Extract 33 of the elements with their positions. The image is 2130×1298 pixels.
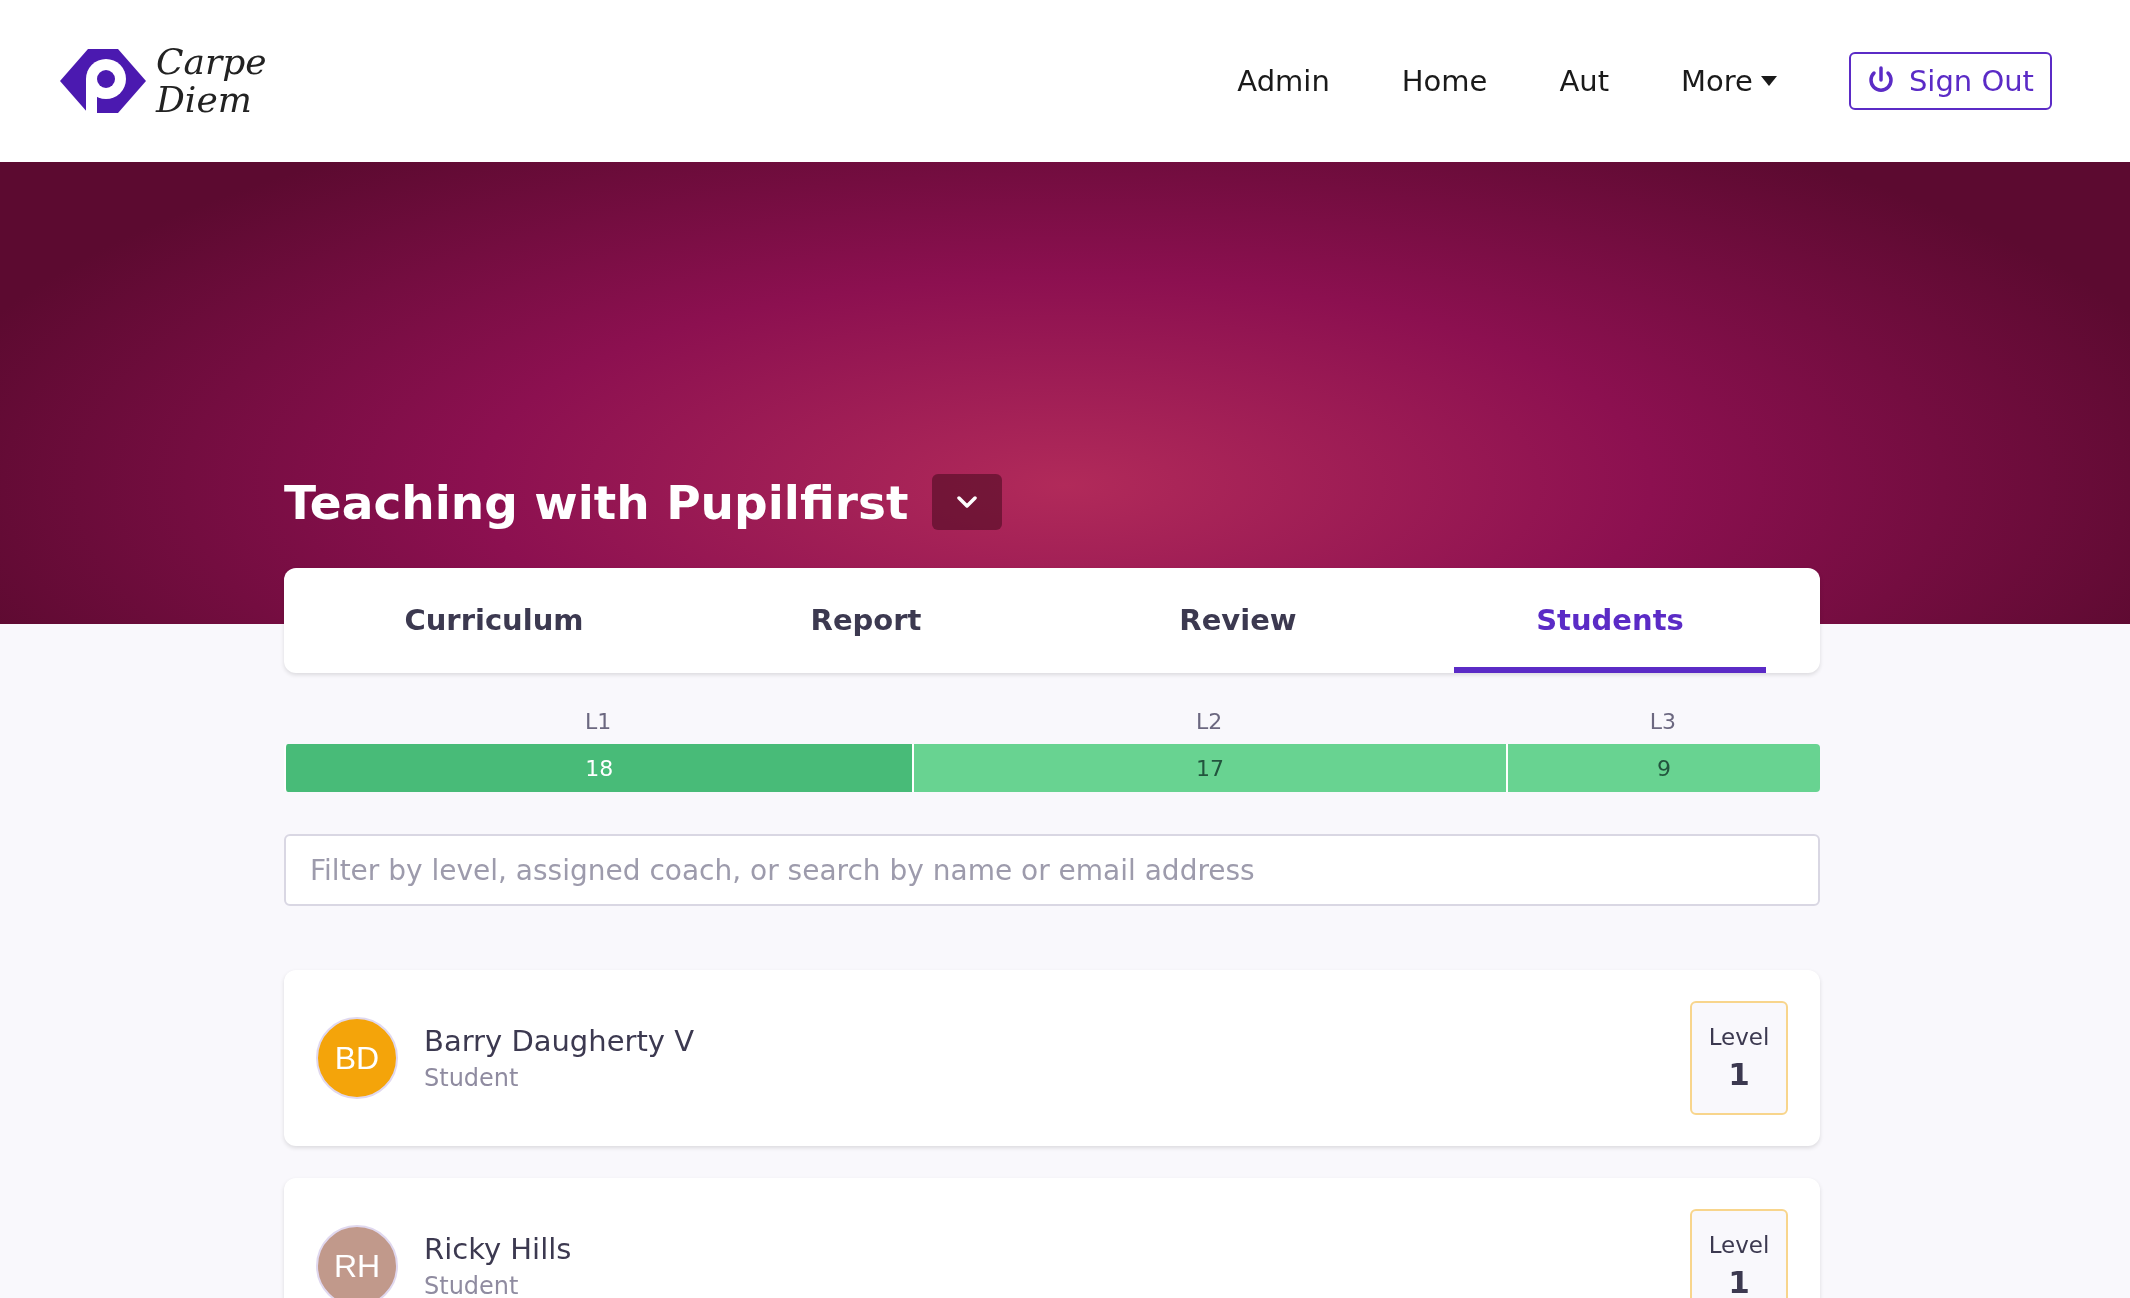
- chevron-down-icon: [957, 496, 978, 508]
- level-label: L1: [585, 709, 612, 734]
- nav-link[interactable]: Home: [1401, 64, 1488, 98]
- level-label: L2: [1195, 709, 1223, 734]
- tab[interactable]: Report: [710, 568, 1022, 673]
- avatar: BD: [316, 1017, 398, 1099]
- level-badge-number: 1: [1728, 1264, 1750, 1298]
- student-name: Barry Daugherty V: [424, 1024, 695, 1058]
- nav-dropdown[interactable]: More: [1681, 64, 1777, 98]
- sign-out-button[interactable]: Sign Out: [1848, 52, 2052, 110]
- course-dropdown-button[interactable]: [932, 474, 1003, 530]
- student-card[interactable]: BD Barry Daugherty V Student Level 1: [284, 970, 1820, 1146]
- level-label: L3: [1649, 709, 1677, 734]
- nav-link[interactable]: Admin: [1237, 64, 1330, 98]
- student-role: Student: [424, 1064, 520, 1092]
- filter-field[interactable]: Filter by level, assigned coach, or search by name or email address: [284, 834, 1820, 906]
- student-card[interactable]: RH Ricky Hills Student Level 1: [284, 1178, 1820, 1298]
- logo-text: Carpe: [156, 43, 267, 81]
- tab[interactable]: Review: [1082, 568, 1394, 673]
- level-badge-label: Level: [1708, 1232, 1770, 1258]
- student-role: Student: [424, 1272, 520, 1298]
- level-bar-segment[interactable]: 9: [1505, 744, 1820, 792]
- avatar: RH: [316, 1225, 398, 1298]
- logo-text: Diem: [156, 81, 252, 119]
- caret-icon: [1760, 76, 1777, 86]
- tab[interactable]: Curriculum: [338, 568, 650, 673]
- nav-link[interactable]: Aut: [1559, 64, 1610, 98]
- course-title: Teaching with Pupilfirst: [284, 474, 909, 530]
- level-bar-segment[interactable]: 17: [912, 744, 1506, 792]
- tab[interactable]: Students: [1454, 568, 1766, 673]
- student-name: Ricky Hills: [424, 1232, 573, 1266]
- level-badge-number: 1: [1728, 1056, 1750, 1092]
- level-badge-label: Level: [1708, 1024, 1770, 1050]
